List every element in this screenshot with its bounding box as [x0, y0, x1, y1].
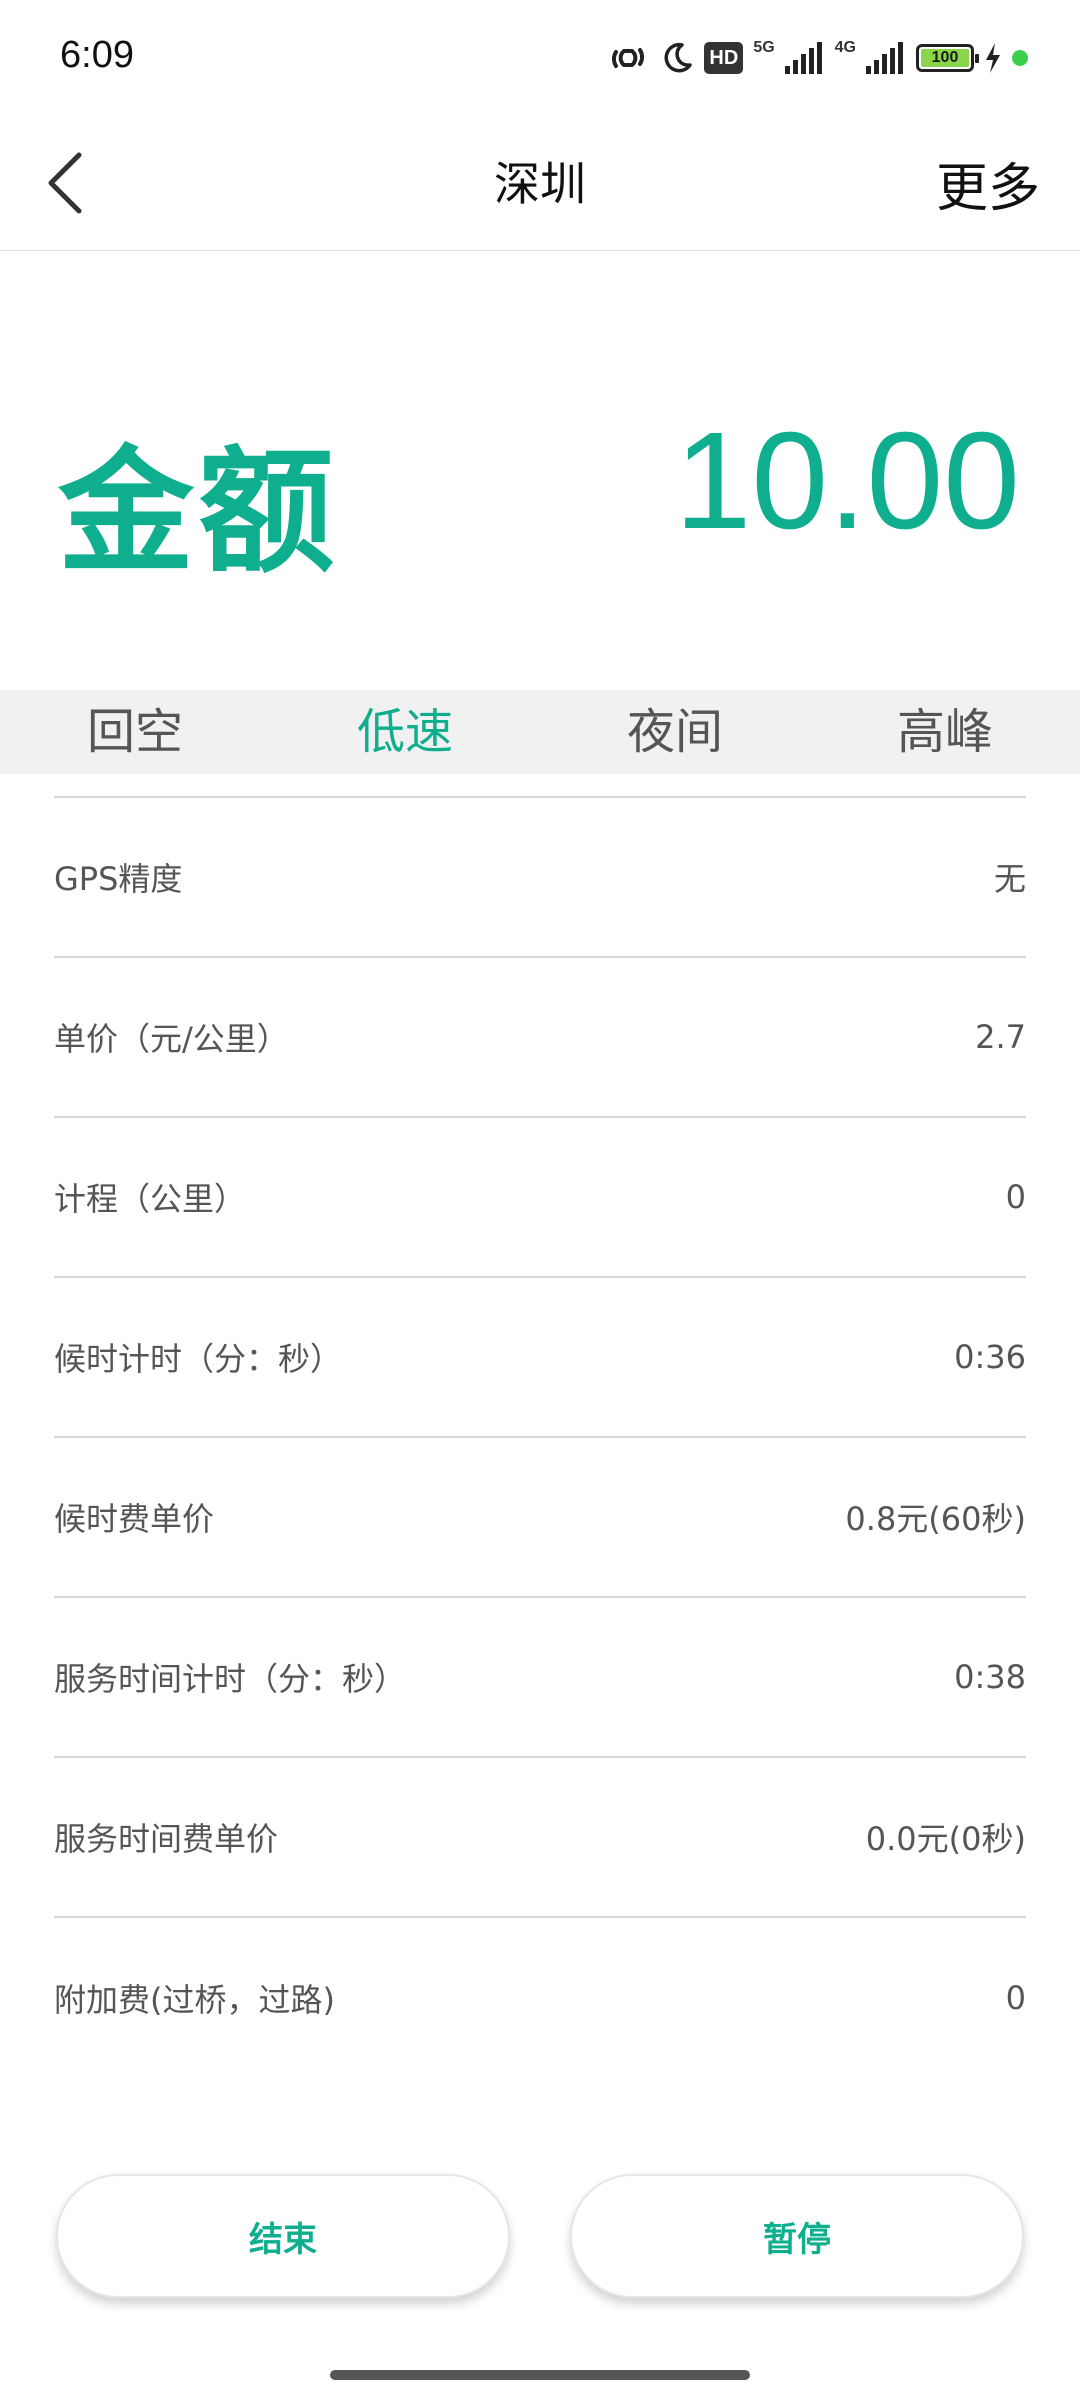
- row-label: 候时计时（分：秒）: [54, 1340, 343, 1378]
- row-value: 0:36: [954, 1338, 1026, 1376]
- amount-value: 10.00: [674, 404, 1020, 558]
- list-item-service-timer: 服务时间计时（分：秒） 0:38: [54, 1598, 1026, 1758]
- list-item-wait-timer: 候时计时（分：秒） 0:36: [54, 1278, 1026, 1438]
- row-value: 0.0元(0秒): [865, 1820, 1026, 1858]
- row-label: 附加费(过桥，过路): [54, 1981, 335, 2019]
- moon-icon: [660, 41, 694, 75]
- hd-badge: HD: [704, 42, 744, 74]
- list-item-service-fee-rate: 服务时间费单价 0.0元(0秒): [54, 1758, 1026, 1918]
- amount-label: 金额: [58, 434, 338, 592]
- row-value: 0.8元(60秒): [845, 1500, 1026, 1538]
- pause-button[interactable]: 暂停: [570, 2174, 1024, 2298]
- fare-details-list: GPS精度 无 单价（元/公里） 2.7 计程（公里） 0 候时计时（分：秒） …: [54, 796, 1026, 2078]
- signal-icon: [866, 42, 906, 74]
- row-label: 单价（元/公里）: [54, 1020, 289, 1058]
- tab-peak[interactable]: 高峰: [810, 690, 1080, 774]
- link-icon: [606, 43, 650, 73]
- row-label: 候时费单价: [54, 1500, 215, 1538]
- status-bar: 6:09 HD 5G 4G 100: [0, 0, 1080, 118]
- amount-panel: 金额 10.00: [0, 252, 1080, 690]
- tab-night[interactable]: 夜间: [540, 690, 810, 774]
- action-buttons: 结束 暂停: [0, 2174, 1080, 2300]
- privacy-indicator-dot: [1012, 50, 1028, 66]
- signal-icon: [784, 42, 825, 74]
- more-button[interactable]: 更多: [936, 146, 1040, 221]
- tab-low-speed[interactable]: 低速: [270, 690, 540, 774]
- row-value: 0:38: [954, 1658, 1026, 1696]
- page-title: 深圳: [494, 157, 586, 211]
- row-label: 服务时间费单价: [54, 1820, 279, 1858]
- battery-icon: 100: [916, 44, 979, 72]
- list-item-distance: 计程（公里） 0: [54, 1118, 1026, 1278]
- nav-bar: 深圳 更多: [0, 118, 1080, 251]
- row-label: GPS精度: [54, 860, 183, 898]
- list-item-gps-accuracy: GPS精度 无: [54, 798, 1026, 958]
- network-5g-label: 5G: [753, 39, 775, 56]
- list-item-wait-fee-rate: 候时费单价 0.8元(60秒): [54, 1438, 1026, 1598]
- end-button[interactable]: 结束: [56, 2174, 510, 2298]
- tab-return-empty[interactable]: 回空: [0, 690, 270, 774]
- row-label: 计程（公里）: [54, 1180, 247, 1218]
- home-indicator[interactable]: [330, 2370, 750, 2380]
- row-value: 0: [1005, 1979, 1026, 2017]
- status-icons: HD 5G 4G 100: [606, 38, 1028, 78]
- network-4g-label: 4G: [834, 39, 856, 56]
- rate-mode-tabs: 回空 低速 夜间 高峰: [0, 690, 1080, 774]
- list-item-surcharge: 附加费(过桥，过路) 0: [54, 1918, 1026, 2078]
- row-value: 2.7: [975, 1018, 1026, 1056]
- list-item-unit-price: 单价（元/公里） 2.7: [54, 958, 1026, 1118]
- charging-icon: [984, 43, 1002, 73]
- row-label: 服务时间计时（分：秒）: [54, 1660, 407, 1698]
- row-value: 0: [1005, 1178, 1026, 1216]
- row-value: 无: [993, 860, 1026, 898]
- battery-level: 100: [921, 49, 969, 67]
- status-time: 6:09: [60, 34, 134, 76]
